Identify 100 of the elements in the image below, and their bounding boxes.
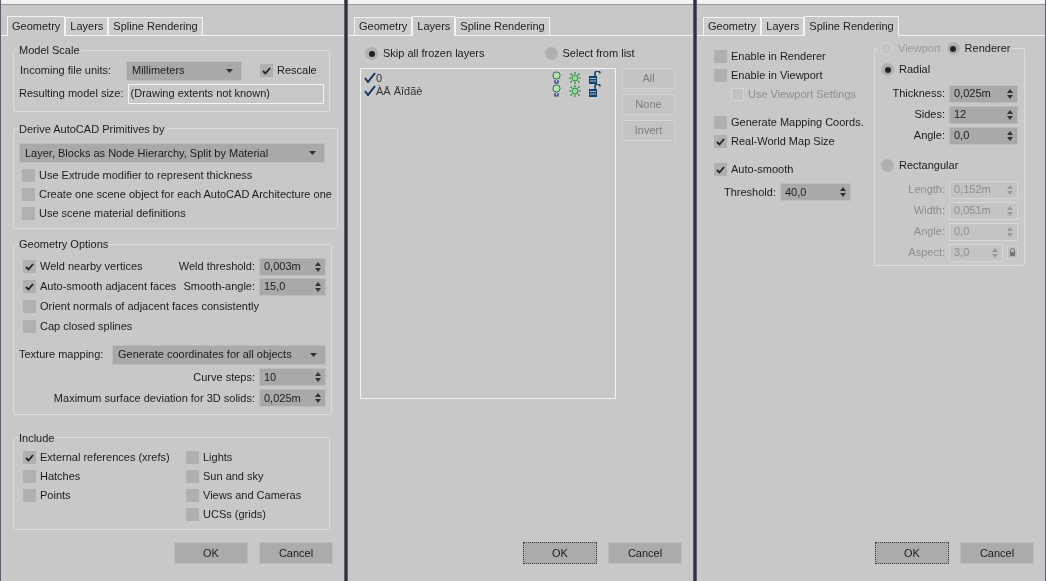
checkbox-label: Cap closed splines: [40, 319, 133, 335]
checkbox[interactable]: [23, 300, 36, 313]
checkbox-label: Sun and sky: [203, 469, 264, 485]
spinner-label: Length:: [908, 182, 945, 198]
check-icon: [364, 85, 376, 96]
light-bulb-icon[interactable]: [552, 84, 561, 97]
radio-label: Select from list: [562, 46, 635, 62]
checkbox[interactable]: [22, 169, 35, 182]
checkbox-label: External references (xrefs): [40, 450, 170, 466]
field-label: Incoming file units:: [19, 63, 113, 79]
tab[interactable]: Spline Rendering: [455, 17, 550, 35]
spinner-label: Angle:: [913, 128, 945, 144]
spinner-arrows-icon[interactable]: [315, 372, 321, 382]
tab[interactable]: Spline Rendering: [108, 17, 203, 35]
tab[interactable]: Layers: [761, 17, 805, 35]
group-title: Include: [18, 430, 56, 446]
radio-button[interactable]: [365, 47, 378, 60]
checkbox[interactable]: [714, 50, 727, 63]
spinner-label: Sides:: [914, 107, 945, 123]
radio-button[interactable]: [881, 159, 894, 172]
spinner-label: Curve steps:: [193, 369, 255, 385]
spinner-field[interactable]: 40,0: [780, 183, 851, 201]
checkbox-label: Auto-smooth adjacent faces: [40, 279, 177, 295]
spinner-arrows-icon[interactable]: [840, 187, 846, 197]
spinner-arrows-icon[interactable]: [1007, 88, 1013, 99]
sun-icon[interactable]: [569, 71, 581, 84]
layer-list[interactable]: 0 ÀÄ Äîđãè: [360, 68, 616, 399]
spinner-field[interactable]: 12: [949, 105, 1018, 124]
check-icon: [364, 72, 376, 83]
radio-button[interactable]: [881, 63, 894, 76]
check-icon: [262, 66, 271, 75]
checkbox-label: UCSs (grids): [203, 507, 266, 523]
tab[interactable]: Geometry: [354, 17, 413, 35]
checkbox[interactable]: [23, 489, 36, 502]
padlock-icon[interactable]: [589, 84, 601, 97]
checkbox[interactable]: [714, 116, 727, 129]
checkbox[interactable]: [23, 280, 36, 293]
dialog-button[interactable]: Cancel: [960, 542, 1034, 564]
checkbox-label: Rescale: [277, 63, 317, 79]
tab[interactable]: Layers: [412, 16, 456, 36]
tab[interactable]: Geometry: [7, 16, 66, 36]
dropdown[interactable]: Layer, Blocks as Node Hierarchy, Split by Material: [19, 143, 325, 163]
checkbox[interactable]: [714, 69, 727, 82]
caret-icon: [226, 68, 233, 73]
group-title: Model Scale: [18, 43, 81, 58]
tab[interactable]: Geometry: [703, 17, 762, 35]
spinner-arrows-icon[interactable]: [1007, 109, 1013, 120]
layer-name[interactable]: 0: [376, 71, 552, 84]
checkbox[interactable]: [714, 163, 727, 176]
dialog-button[interactable]: OK: [875, 542, 949, 564]
field-label: Texture mapping:: [19, 347, 105, 363]
checkbox[interactable]: [23, 451, 36, 464]
checkbox[interactable]: [22, 207, 35, 220]
caret-icon: [309, 151, 316, 155]
spinner-arrows-icon[interactable]: [315, 393, 321, 403]
tab[interactable]: Layers: [65, 17, 109, 35]
dialog-button[interactable]: Cancel: [608, 542, 682, 564]
checkbox[interactable]: [22, 188, 35, 201]
spinner-arrows-icon[interactable]: [1007, 130, 1013, 141]
spinner-field[interactable]: 10: [259, 368, 326, 386]
check-icon: [25, 262, 34, 271]
checkbox[interactable]: [186, 470, 199, 483]
dropdown[interactable]: Generate coordinates for all objects: [112, 344, 326, 365]
light-bulb-icon[interactable]: [552, 71, 561, 84]
layer-name[interactable]: ÀÄ Äîđãè: [376, 84, 552, 97]
text-field[interactable]: (Drawing extents not known): [127, 83, 324, 104]
spinner-label: Weld threshold:: [178, 259, 255, 275]
checkbox[interactable]: [23, 260, 36, 273]
radio-button[interactable]: [544, 47, 558, 60]
checkbox[interactable]: [186, 451, 199, 464]
tab[interactable]: Spline Rendering: [804, 16, 899, 36]
checkbox[interactable]: [23, 320, 36, 333]
padlock-icon[interactable]: [589, 71, 601, 84]
checkbox[interactable]: [714, 135, 727, 148]
spinner-label: Angle:: [913, 224, 945, 240]
dialog-button[interactable]: Cancel: [259, 542, 333, 564]
spinner-label: Maximum surface deviation for 3D solids:: [53, 390, 255, 406]
spinner-field[interactable]: 0,025m: [949, 84, 1018, 103]
checkbox[interactable]: [260, 64, 273, 77]
spinner-label: Aspect:: [908, 245, 945, 261]
spinner-field[interactable]: 15,0: [259, 277, 326, 296]
spinner-field[interactable]: 0,0: [949, 126, 1018, 145]
spinner-field[interactable]: 0,003m: [259, 257, 326, 276]
checkbox-label: Create one scene object for each AutoCAD Architecture one: [39, 187, 332, 203]
spinner-arrows-icon[interactable]: [315, 281, 321, 292]
sun-icon[interactable]: [569, 84, 581, 97]
dropdown[interactable]: Millimeters: [126, 60, 242, 81]
spinner-arrows-icon[interactable]: [315, 261, 321, 272]
checkbox[interactable]: [186, 508, 199, 521]
spinner-label: Width:: [913, 203, 945, 219]
checkbox[interactable]: [186, 489, 199, 502]
dialog-button[interactable]: OK: [523, 542, 597, 564]
spinner-label: Smooth-angle:: [183, 279, 255, 295]
field-label: Resulting model size:: [19, 86, 124, 102]
spinner-field[interactable]: 0,025m: [259, 389, 326, 407]
spinner-label: Thickness:: [892, 86, 945, 102]
checkbox[interactable]: [23, 470, 36, 483]
radio-button[interactable]: [946, 42, 960, 55]
checkbox-label: Use Viewport Settings: [748, 87, 857, 103]
dialog-button[interactable]: OK: [174, 542, 248, 564]
